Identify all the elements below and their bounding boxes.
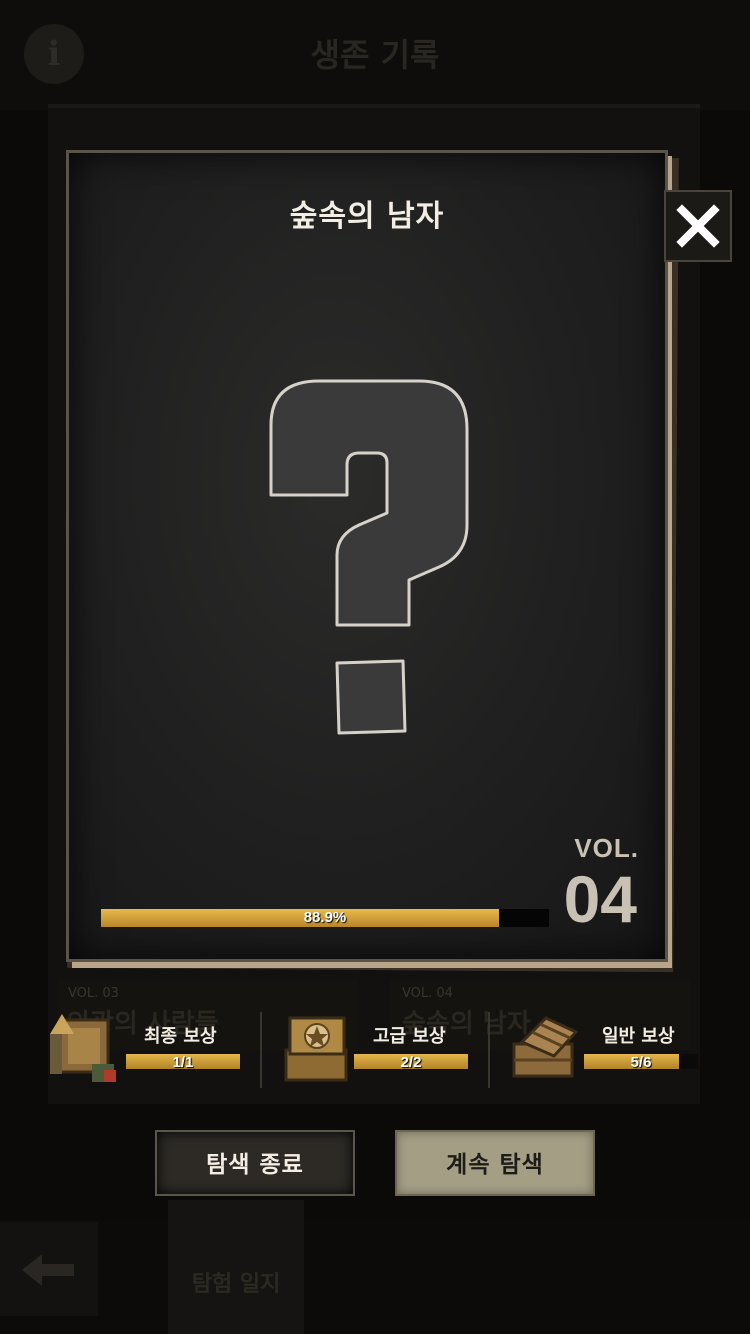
volume-label: VOL. [574, 833, 639, 863]
reward-count: 2/2 [400, 1054, 422, 1071]
back-arrow-icon [22, 1254, 74, 1286]
reward-divider [260, 1012, 262, 1088]
wooden-crate-icon [512, 1016, 579, 1078]
reward-label: 일반 보상 [602, 1026, 675, 1047]
background-card-vol-label: VOL. 04 [402, 986, 453, 1001]
close-icon [676, 204, 720, 248]
reward-advanced[interactable]: 고급 보상 2/2 [278, 1004, 478, 1088]
reward-progress-bar: 2/2 [354, 1054, 468, 1071]
journal-tab-label: 탐험 일지 [191, 1272, 281, 1297]
reward-count: 5/6 [630, 1054, 652, 1071]
bottom-nav-bar [0, 1220, 750, 1334]
exploration-progress-bar: 88.9% [101, 909, 549, 927]
reward-divider [488, 1012, 490, 1088]
volume-number: 04 [563, 862, 637, 936]
close-button[interactable] [664, 190, 732, 262]
reward-progress-bar: 5/6 [584, 1054, 698, 1071]
reward-count: 1/1 [172, 1054, 194, 1071]
back-button[interactable] [0, 1222, 98, 1316]
progress-text: 88.9% [303, 909, 347, 926]
screen-title: 생존 기록 [310, 36, 440, 74]
question-mark-icon [269, 379, 469, 735]
book-title: 숲속의 남자 [289, 199, 445, 234]
star-crate-icon [284, 1016, 348, 1082]
reward-progress-bar: 1/1 [126, 1054, 240, 1071]
reward-final[interactable]: 최종 보상 1/1 [46, 1004, 246, 1088]
ammo-crate-icon [50, 1014, 116, 1082]
background-card-vol-label: VOL. 03 [68, 986, 119, 1001]
continue-exploration-button[interactable]: 계속 탐색 [395, 1130, 595, 1196]
end-exploration-button[interactable]: 탐색 종료 [155, 1130, 355, 1196]
reward-label: 최종 보상 [144, 1026, 217, 1047]
record-book: 숲속의 남자 VOL. 04 88.9% [66, 150, 668, 962]
reward-label: 고급 보상 [373, 1026, 446, 1047]
reward-normal[interactable]: 일반 보상 5/6 [510, 1004, 710, 1088]
